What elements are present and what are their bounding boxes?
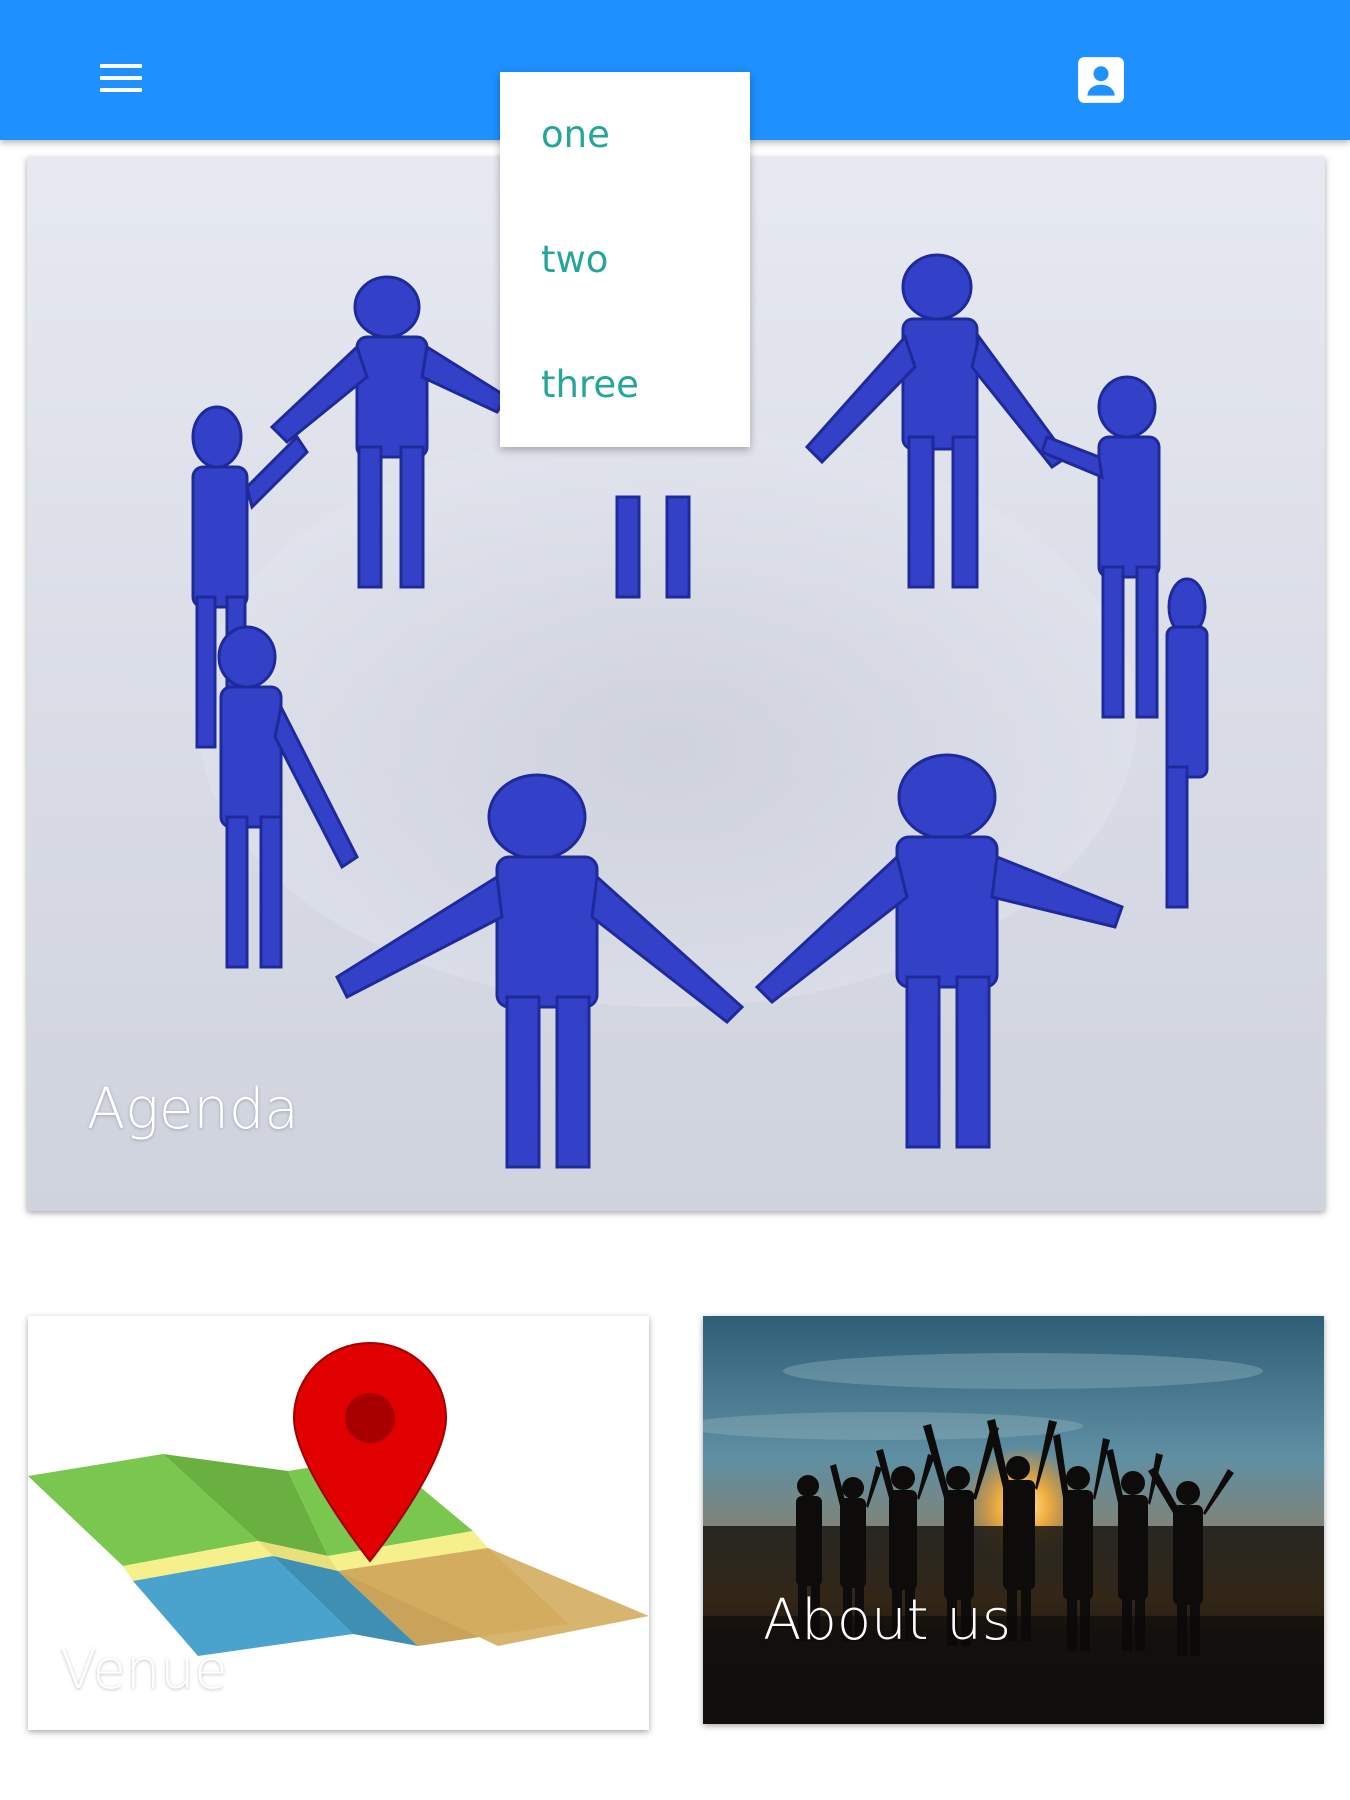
- sunset-crowd-image: [703, 1316, 1324, 1724]
- map-pin-image: [28, 1341, 649, 1656]
- agenda-label: Agenda: [87, 1077, 299, 1142]
- hamburger-menu-icon[interactable]: [96, 60, 152, 100]
- menu-item-three[interactable]: three: [500, 322, 750, 447]
- about-us-card[interactable]: About us: [703, 1316, 1324, 1724]
- about-us-label: About us: [763, 1588, 1012, 1653]
- menu-item-one[interactable]: one: [500, 72, 750, 197]
- account-box-icon[interactable]: [1076, 55, 1126, 105]
- venue-card[interactable]: Venue: [28, 1316, 649, 1730]
- dropdown-menu: one two three: [500, 72, 750, 447]
- menu-item-two[interactable]: two: [500, 197, 750, 322]
